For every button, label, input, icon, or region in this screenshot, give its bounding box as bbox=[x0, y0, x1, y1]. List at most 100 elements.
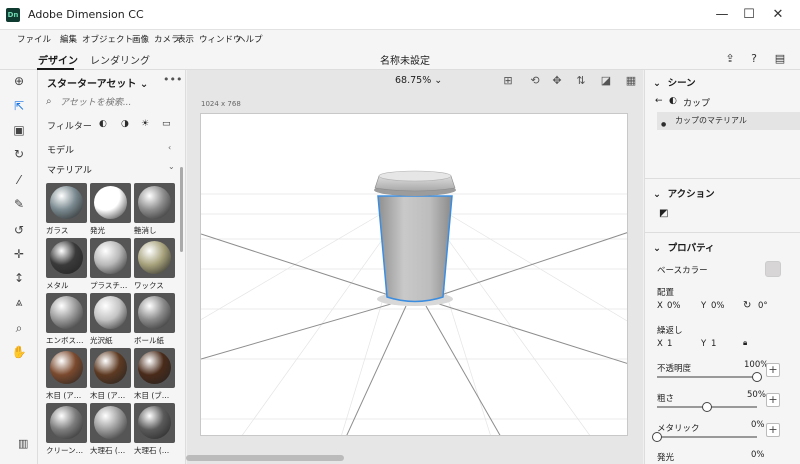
eyedropper-icon[interactable]: ✎ bbox=[11, 196, 27, 212]
orbit-tool-icon[interactable]: ↺ bbox=[11, 222, 27, 238]
scene-header[interactable]: ⌄ シーン bbox=[653, 75, 696, 89]
material-sphere-icon bbox=[94, 296, 127, 329]
assets-scrollbar[interactable] bbox=[180, 167, 183, 252]
filter-images-icon[interactable]: ▭ bbox=[162, 119, 171, 129]
3d-viewport[interactable] bbox=[200, 113, 628, 436]
opacity-plus-button[interactable]: + bbox=[766, 363, 780, 377]
material-tile[interactable]: プラスチ… bbox=[90, 238, 131, 291]
material-tile[interactable]: ワックス bbox=[134, 238, 175, 291]
menu-help[interactable]: ヘルプ bbox=[237, 33, 263, 45]
roughness-slider-knob[interactable] bbox=[702, 402, 712, 412]
render-preview-icon[interactable]: ▦ bbox=[623, 73, 639, 89]
repeat-y-input[interactable]: 1 bbox=[711, 339, 716, 349]
hand-tool-icon[interactable]: ✋ bbox=[11, 344, 27, 360]
menu-object[interactable]: オブジェクト bbox=[82, 33, 133, 45]
opacity-slider[interactable] bbox=[657, 372, 762, 382]
material-thumbnail bbox=[46, 183, 87, 223]
menu-camera[interactable]: カメラ bbox=[154, 33, 180, 45]
lock-icon[interactable]: 🔒︎ bbox=[743, 338, 747, 348]
metallic-slider[interactable] bbox=[652, 432, 757, 442]
camera-pan-icon[interactable]: ✥ bbox=[549, 73, 565, 89]
tab-design[interactable]: デザイン bbox=[38, 52, 78, 67]
zoom-dropdown[interactable]: 68.75% ⌄ bbox=[395, 75, 442, 86]
glow-label: 発光 bbox=[657, 453, 675, 463]
placement-x-input[interactable]: 0% bbox=[667, 301, 681, 311]
rotate-tool-icon[interactable]: ↻ bbox=[11, 146, 27, 162]
search-input[interactable] bbox=[60, 95, 176, 111]
canvas-size-label: 1024 x 768 bbox=[201, 100, 241, 108]
section-materials-chevron-icon[interactable]: ⌄ bbox=[168, 162, 175, 171]
camera-dolly-icon[interactable]: ⇅ bbox=[573, 73, 589, 89]
repeat-label: 繰返し bbox=[657, 326, 683, 336]
zoom-tool-icon[interactable]: ⌕ bbox=[11, 320, 27, 336]
cup-model[interactable] bbox=[374, 170, 456, 306]
material-tile[interactable]: ボール紙 bbox=[134, 293, 175, 346]
material-tile[interactable]: クリーン… bbox=[46, 403, 87, 456]
material-tile[interactable]: エンボス… bbox=[46, 293, 87, 346]
roughness-slider[interactable] bbox=[657, 402, 757, 412]
section-models-chevron-icon[interactable]: ‹ bbox=[168, 143, 171, 152]
move-tool-icon[interactable]: ▣ bbox=[11, 122, 27, 138]
metallic-slider-knob[interactable] bbox=[652, 432, 662, 442]
horizon-tool-icon[interactable]: ⩓ bbox=[11, 294, 27, 310]
material-tile[interactable]: メタル bbox=[46, 238, 87, 291]
roughness-plus-button[interactable]: + bbox=[766, 393, 780, 407]
close-button[interactable]: ✕ bbox=[762, 6, 794, 24]
material-sphere-icon bbox=[94, 186, 127, 219]
assets-title[interactable]: スターターアセット ⌄ bbox=[47, 75, 148, 90]
filter-materials-icon[interactable]: ◑ bbox=[121, 119, 129, 129]
libraries-icon[interactable]: ▥ bbox=[18, 437, 28, 450]
back-arrow-icon[interactable]: ← bbox=[655, 96, 663, 106]
material-sphere-icon bbox=[50, 186, 83, 219]
rotate-icon: ↻ bbox=[743, 300, 752, 311]
share-icon[interactable]: ⇪ bbox=[722, 51, 738, 67]
feedback-icon[interactable]: ▤ bbox=[772, 51, 788, 67]
repeat-x-input[interactable]: 1 bbox=[667, 339, 672, 349]
help-icon[interactable]: ? bbox=[746, 51, 762, 67]
material-tile[interactable]: ガラス bbox=[46, 183, 87, 236]
pan-tool-icon[interactable]: ✛ bbox=[11, 246, 27, 262]
material-sphere-icon bbox=[50, 296, 83, 329]
material-tile[interactable]: 大理石 (… bbox=[90, 403, 131, 456]
select-tool-icon[interactable]: ⇱ bbox=[11, 98, 27, 114]
material-tile[interactable]: 木目 (ア… bbox=[90, 348, 131, 401]
action-place-icon[interactable]: ◩ bbox=[659, 208, 668, 219]
material-tile[interactable]: 木目 (ブ… bbox=[134, 348, 175, 401]
tab-render[interactable]: レンダリング bbox=[90, 52, 150, 67]
menu-view[interactable]: 表示 bbox=[177, 33, 194, 45]
camera-bookmark-icon[interactable]: ◪ bbox=[598, 73, 614, 89]
material-tile[interactable]: 光沢紙 bbox=[90, 293, 131, 346]
frame-icon[interactable]: ⊞ bbox=[500, 73, 516, 89]
menu-window[interactable]: ウィンドウ bbox=[199, 33, 242, 45]
material-sphere-icon bbox=[94, 406, 127, 439]
filter-lights-icon[interactable]: ☀ bbox=[141, 119, 149, 129]
rotation-input[interactable]: 0° bbox=[758, 301, 768, 311]
add-icon[interactable]: ⊕ bbox=[11, 73, 27, 89]
section-models[interactable]: モデル bbox=[47, 143, 74, 156]
canvas-scrollbar[interactable] bbox=[186, 455, 344, 461]
material-tile[interactable]: 発光 bbox=[90, 183, 131, 236]
camera-orbit-icon[interactable]: ⟲ bbox=[527, 73, 543, 89]
material-tile[interactable]: 艶消し bbox=[134, 183, 175, 236]
properties-header[interactable]: ⌄ プロパティ bbox=[653, 240, 715, 254]
maximize-button[interactable]: ☐ bbox=[733, 6, 765, 24]
material-tile[interactable]: 大理石 (… bbox=[134, 403, 175, 456]
material-thumbnail bbox=[90, 183, 131, 223]
menu-file[interactable]: ファイル bbox=[17, 33, 51, 45]
actions-header[interactable]: ⌄ アクション bbox=[653, 186, 715, 200]
menu-edit[interactable]: 編集 bbox=[60, 33, 77, 45]
opacity-slider-knob[interactable] bbox=[752, 372, 762, 382]
menu-image[interactable]: 画像 bbox=[132, 33, 149, 45]
magic-wand-icon[interactable]: ⁄ bbox=[11, 172, 27, 188]
placement-y-input[interactable]: 0% bbox=[711, 301, 725, 311]
glow-value: 0% bbox=[751, 450, 765, 460]
filter-models-icon[interactable]: ◐ bbox=[99, 119, 107, 129]
metallic-plus-button[interactable]: + bbox=[766, 423, 780, 437]
more-icon[interactable]: ••• bbox=[163, 73, 182, 86]
dolly-tool-icon[interactable]: ↕ bbox=[11, 270, 27, 286]
material-tile[interactable]: 木目 (ア… bbox=[46, 348, 87, 401]
section-materials[interactable]: マテリアル bbox=[47, 163, 92, 176]
base-color-swatch[interactable] bbox=[765, 261, 781, 277]
layer-item[interactable]: ● カップのマテリアル bbox=[657, 112, 800, 130]
window-title: Adobe Dimension CC bbox=[28, 8, 144, 21]
